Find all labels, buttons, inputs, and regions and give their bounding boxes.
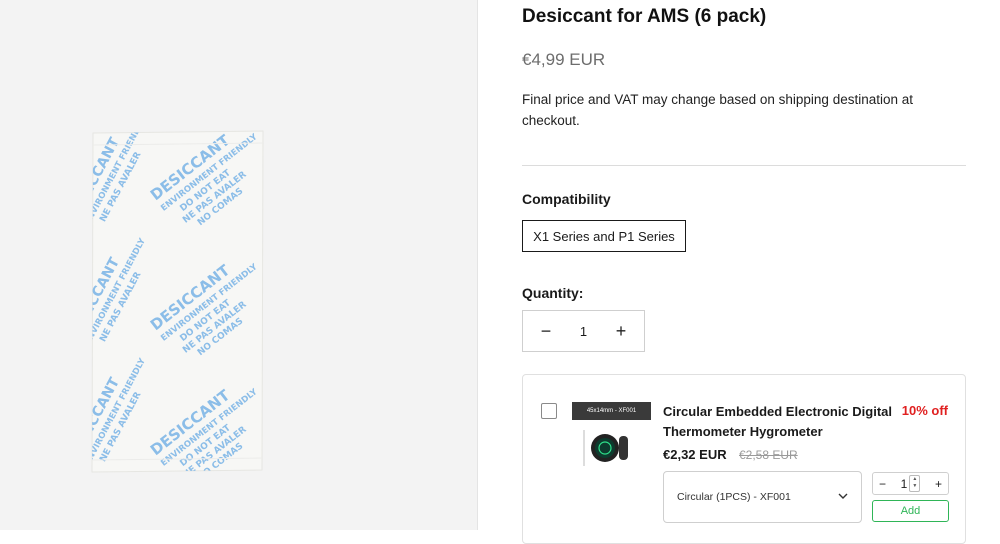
product-info-panel: Desiccant for AMS (6 pack) €4,99 EUR Fin… (522, 0, 967, 544)
desiccant-packet-image: DESICCANT ENVIRONMENT FRIENDLY DO NOT EA… (91, 130, 264, 473)
quantity-increase-button[interactable]: + (612, 321, 630, 342)
product-title: Desiccant for AMS (6 pack) (522, 6, 767, 27)
section-divider (522, 165, 966, 166)
quantity-label: Quantity: (522, 285, 584, 301)
upsell-product-thumbnail[interactable]: 45x14mm - XF001 (572, 402, 651, 478)
thumbnail-label: 45x14mm - XF001 (572, 402, 651, 420)
upsell-add-button[interactable]: Add (872, 500, 949, 522)
chevron-down-icon (838, 493, 848, 499)
upsell-compare-price: €2,58 EUR (739, 448, 798, 462)
quantity-stepper: − 1 + (522, 310, 645, 352)
upsell-quantity-increase-button[interactable]: + (935, 477, 942, 491)
product-price: €4,99 EUR (522, 50, 606, 69)
upsell-quantity-value[interactable]: 1 (901, 477, 908, 491)
compatibility-option-x1-p1[interactable]: X1 Series and P1 Series (522, 220, 686, 252)
hygrometer-icon (583, 430, 628, 466)
upsell-variant-select[interactable]: Circular (1PCS) - XF001 (663, 471, 862, 523)
upsell-checkbox[interactable] (541, 403, 557, 419)
upsell-card: 45x14mm - XF001 Circular Embedded Electr… (522, 374, 966, 544)
price-note: Final price and VAT may change based on … (522, 92, 913, 128)
upsell-quantity-stepper: − 1 ▲ ▼ + (872, 472, 949, 495)
product-image-panel: DESICCANT ENVIRONMENT FRIENDLY DO NOT EA… (0, 0, 477, 530)
upsell-quantity-decrease-button[interactable]: − (879, 477, 886, 491)
discount-badge: 10% off (901, 403, 948, 418)
upsell-product-title[interactable]: Circular Embedded Electronic Digital The… (663, 402, 893, 442)
upsell-sale-price: €2,32 EUR (663, 447, 727, 462)
panel-divider (477, 0, 478, 530)
upsell-variant-value: Circular (1PCS) - XF001 (677, 491, 791, 503)
quantity-value[interactable]: 1 (580, 324, 587, 339)
spinner-icon[interactable]: ▲ ▼ (909, 475, 921, 492)
quantity-decrease-button[interactable]: − (537, 321, 555, 342)
compatibility-label: Compatibility (522, 191, 611, 207)
